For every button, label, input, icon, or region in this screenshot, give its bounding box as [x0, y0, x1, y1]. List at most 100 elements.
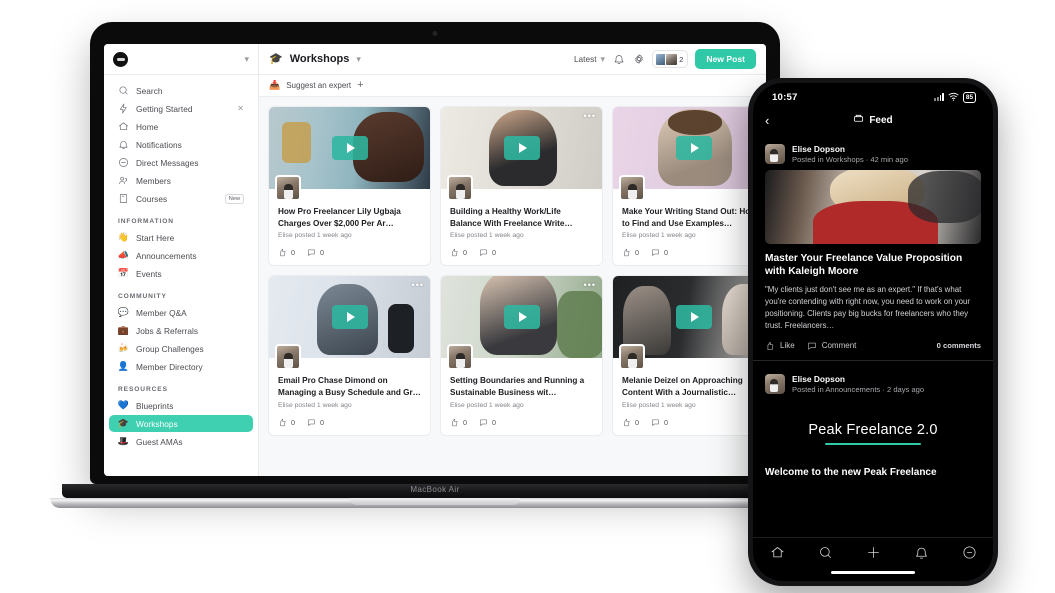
workshop-card[interactable]: ••• Setting Boundaries and Running a Sus…	[440, 275, 603, 436]
phone-feed[interactable]: Elise Dopson Posted in Workshops · 42 mi…	[753, 133, 993, 581]
card-menu-icon[interactable]: •••	[584, 281, 596, 290]
card-footer: 0 0	[269, 239, 430, 265]
workshop-card[interactable]: ••• Building a Healthy Work/Life Balance…	[440, 106, 603, 267]
video-thumbnail[interactable]: •••	[613, 107, 766, 201]
comment-action[interactable]: 0	[651, 418, 668, 427]
sidebar-item-courses[interactable]: Courses New	[109, 190, 253, 207]
video-thumbnail[interactable]	[613, 276, 766, 371]
workshop-card[interactable]: ••• Email Pro Chase Dimond on Managing a…	[268, 275, 431, 436]
play-button[interactable]	[503, 136, 540, 160]
feed-post[interactable]: Elise Dopson Posted in Workshops · 42 mi…	[753, 133, 993, 360]
card-menu-icon[interactable]: •••	[412, 281, 424, 290]
inbox-icon: 📥	[269, 80, 281, 90]
like-action[interactable]: 0	[278, 248, 295, 257]
sidebar-item-announcements[interactable]: 📣 Announcements	[109, 247, 253, 264]
online-members[interactable]: 2	[652, 50, 689, 68]
sidebar-item-blueprints[interactable]: 💙 Blueprints	[109, 397, 253, 414]
tab-create[interactable]	[866, 545, 881, 565]
play-button[interactable]	[503, 305, 540, 330]
avatar-group	[655, 52, 679, 66]
sidebar-item-label: Notifications	[136, 139, 182, 150]
phone-header: ‹ Feed	[753, 107, 993, 133]
chevron-down-icon[interactable]: ▾	[356, 54, 361, 65]
sidebar-item-home[interactable]: Home	[109, 118, 253, 135]
sidebar-item-member-qa[interactable]: 💬 Member Q&A	[109, 304, 253, 321]
workshop-card[interactable]: ••• Make Your Writing Stand Out: How to …	[612, 106, 766, 267]
play-button[interactable]	[331, 136, 368, 160]
like-action[interactable]: 0	[450, 248, 467, 257]
sidebar-item-label: Getting Started	[136, 103, 193, 114]
sort-dropdown[interactable]: Latest ▾	[574, 54, 605, 65]
sidebar-item-getting-started[interactable]: Getting Started ✕	[109, 100, 253, 117]
sidebar-item-jobs-referrals[interactable]: 💼 Jobs & Referrals	[109, 322, 253, 339]
sidebar-item-member-directory[interactable]: 👤 Member Directory	[109, 358, 253, 375]
feed-post[interactable]: Elise Dopson Posted in Announcements · 2…	[753, 363, 993, 485]
play-button[interactable]	[675, 136, 712, 160]
sidebar-item-notifications[interactable]: Notifications	[109, 136, 253, 153]
sidebar: ▾ Search Getting Started ✕ Home Notifica…	[104, 44, 259, 476]
like-action[interactable]: 0	[278, 418, 295, 427]
sidebar-item-events[interactable]: 📅 Events	[109, 265, 253, 282]
author-avatar	[275, 175, 301, 201]
post-video-thumbnail[interactable]	[765, 170, 981, 244]
workshop-card[interactable]: How Pro Freelancer Lily Ugbaja Charges O…	[268, 106, 431, 267]
like-action[interactable]: 0	[622, 418, 639, 427]
sidebar-item-group-challenges[interactable]: 🍻 Group Challenges	[109, 340, 253, 357]
gear-icon[interactable]	[632, 53, 645, 66]
card-meta: Elise posted 1 week ago	[622, 401, 696, 409]
tab-notifications[interactable]	[914, 545, 929, 565]
video-thumbnail[interactable]: •••	[441, 107, 602, 201]
plus-icon[interactable]: +	[357, 80, 363, 91]
video-thumbnail[interactable]: •••	[441, 276, 602, 371]
like-button[interactable]: Like	[765, 341, 795, 351]
battery-level: 85	[962, 91, 976, 103]
suggest-expert-link[interactable]: Suggest an expert	[286, 81, 351, 90]
comment-action[interactable]: 0	[307, 248, 324, 257]
like-action[interactable]: 0	[622, 248, 639, 257]
comment-action[interactable]: 0	[307, 418, 324, 427]
like-count: 0	[635, 248, 639, 258]
workshop-card[interactable]: Melanie Deizel on Approaching Content Wi…	[612, 275, 766, 436]
card-menu-icon[interactable]: •••	[584, 112, 596, 121]
sidebar-scroll[interactable]: Search Getting Started ✕ Home Notificati…	[104, 75, 258, 476]
sidebar-item-members[interactable]: Members	[109, 172, 253, 189]
tab-search[interactable]	[818, 545, 833, 565]
card-footer: 0 0	[269, 409, 430, 435]
like-action[interactable]: 0	[450, 418, 467, 427]
comment-count: 0	[320, 417, 324, 427]
video-thumbnail[interactable]	[269, 107, 430, 201]
like-count: 0	[291, 417, 295, 427]
comment-action[interactable]: 0	[479, 248, 496, 257]
comment-action[interactable]: 0	[651, 248, 668, 257]
promo-title: Peak Freelance 2.0	[808, 421, 938, 438]
workspace-switcher[interactable]: ▾	[104, 44, 258, 75]
post-body: "My clients just don't see me as an expe…	[765, 284, 971, 330]
sidebar-item-start-here[interactable]: 👋 Start Here	[109, 229, 253, 246]
like-count: 0	[463, 417, 467, 427]
main-content: 🎓 Workshops ▾ Latest ▾ 2 New Post 📥 Sugg…	[259, 44, 766, 476]
close-icon[interactable]: ✕	[237, 104, 244, 113]
sidebar-item-guest-amas[interactable]: 🎩 Guest AMAs	[109, 433, 253, 450]
tab-messages[interactable]	[962, 545, 977, 565]
play-button[interactable]	[675, 305, 712, 330]
comment-count: 0	[320, 248, 324, 258]
new-post-button[interactable]: New Post	[695, 49, 756, 69]
tophat-emoji-icon: 🎩	[117, 436, 130, 446]
card-title: How Pro Freelancer Lily Ugbaja Charges O…	[278, 207, 401, 228]
video-thumbnail[interactable]: •••	[269, 276, 430, 371]
author-avatar	[619, 175, 645, 201]
card-title: Melanie Deizel on Approaching Content Wi…	[622, 376, 743, 397]
play-button[interactable]	[331, 305, 368, 330]
author-avatar	[619, 344, 645, 371]
sidebar-item-workshops[interactable]: 🎓 Workshops	[109, 415, 253, 432]
chevron-down-icon[interactable]: ▾	[244, 54, 249, 65]
sidebar-item-label: Member Directory	[136, 361, 203, 372]
tab-home[interactable]	[770, 545, 785, 565]
sidebar-item-direct-messages[interactable]: Direct Messages	[109, 154, 253, 171]
sidebar-item-search[interactable]: Search	[109, 82, 253, 99]
cheers-emoji-icon: 🍻	[117, 343, 130, 353]
post-title: Master Your Freelance Value Proposition …	[765, 253, 963, 278]
comment-button[interactable]: Comment	[807, 341, 856, 351]
comment-action[interactable]: 0	[479, 418, 496, 427]
bell-icon[interactable]	[612, 53, 625, 66]
